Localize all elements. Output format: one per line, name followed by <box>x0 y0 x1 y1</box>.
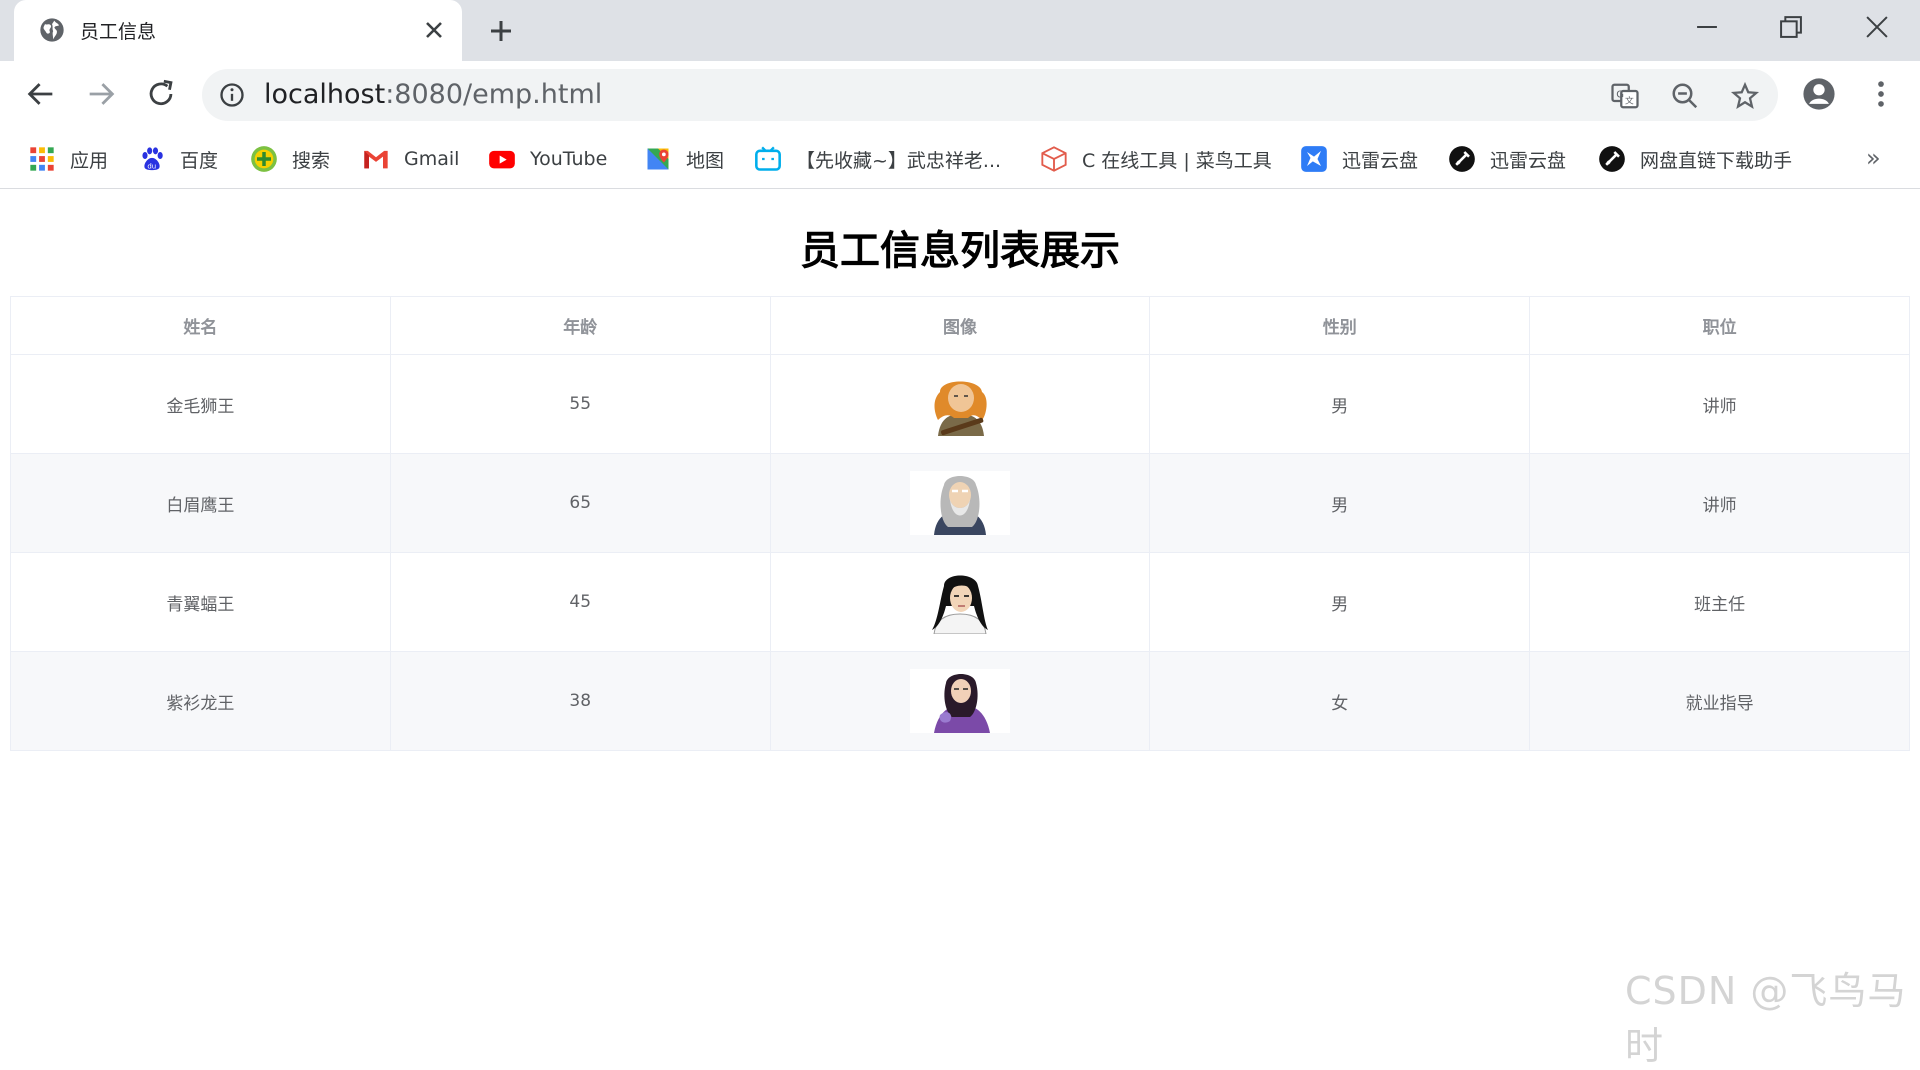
avatar-green-bat <box>931 575 988 634</box>
column-header-gender: 性别 <box>1149 296 1531 355</box>
xunlei-icon <box>1301 146 1327 172</box>
globe-icon <box>40 18 64 42</box>
bookmarks-bar: 应用 du 百度 搜索 Gmail YouTube 地图 【先收藏~】武忠祥老.… <box>0 130 1920 189</box>
forward-arrow-icon[interactable] <box>84 77 118 111</box>
minimize-icon[interactable] <box>1690 10 1724 44</box>
translate-icon[interactable]: G 文 <box>1610 81 1640 111</box>
column-header-job: 职位 <box>1529 296 1910 355</box>
bookmark-maps[interactable]: 地图 <box>644 140 724 178</box>
cell-gender: 女 <box>1149 651 1531 751</box>
table-header-row: 姓名 年龄 图像 性别 职位 <box>10 296 1910 355</box>
bookmark-label: 【先收藏~】武忠祥老... <box>796 149 1002 172</box>
cell-age: 65 <box>389 453 771 553</box>
cell-age: 38 <box>389 651 771 751</box>
bookmark-label: YouTube <box>530 148 608 170</box>
column-header-image: 图像 <box>769 296 1151 355</box>
bilibili-icon <box>755 146 781 171</box>
download-helper-icon <box>1599 146 1625 172</box>
svg-text:G: G <box>1616 89 1624 100</box>
cell-image <box>769 651 1151 751</box>
back-arrow-icon[interactable] <box>24 77 58 111</box>
bookmark-runoob[interactable]: C 在线工具 | 菜鸟工具 <box>1040 140 1272 178</box>
bookmark-label: Gmail <box>404 148 460 170</box>
maps-icon <box>647 148 669 170</box>
bookmark-label: 应用 <box>70 149 109 172</box>
cell-image <box>769 354 1151 454</box>
cell-gender: 男 <box>1149 552 1531 652</box>
bookmark-apps[interactable]: 应用 <box>28 140 108 178</box>
bookmark-label: C 在线工具 | 菜鸟工具 <box>1082 149 1272 172</box>
bookmark-search[interactable]: 搜索 <box>250 140 330 178</box>
url-text[interactable]: localhost:8080/emp.html <box>264 79 602 110</box>
column-header-age: 年龄 <box>389 296 771 355</box>
cell-name: 紫衫龙王 <box>10 651 391 751</box>
cell-job: 班主任 <box>1529 552 1910 652</box>
cell-age: 45 <box>389 552 771 652</box>
cell-image <box>769 552 1151 652</box>
cell-image <box>769 453 1151 553</box>
tab-active[interactable]: 员工信息 <box>14 0 462 61</box>
cell-job: 就业指导 <box>1529 651 1910 751</box>
apps-grid-icon <box>30 147 54 171</box>
url-path: :8080/emp.html <box>385 79 603 110</box>
window-close-icon[interactable] <box>1860 10 1894 44</box>
bookmark-label: 迅雷云盘 <box>1490 149 1567 172</box>
bookmark-label: 搜索 <box>292 149 331 172</box>
avatar-purple-dragon <box>909 669 1010 733</box>
page-title: 员工信息列表展示 <box>800 228 1120 274</box>
table-row: 青翼蝠王 45 男 班主任 <box>10 552 1910 652</box>
restore-icon[interactable] <box>1774 10 1808 44</box>
bookmark-label: 百度 <box>180 149 219 172</box>
bookmarks-overflow-icon[interactable]: » <box>1866 144 1881 172</box>
cell-job: 讲师 <box>1529 453 1910 553</box>
close-tab-icon[interactable] <box>420 16 448 44</box>
address-bar[interactable]: localhost:8080/emp.html G 文 <box>202 69 1778 121</box>
watermark: CSDN @飞鸟马时 <box>1625 969 1907 1068</box>
cell-name: 白眉鹰王 <box>10 453 391 553</box>
search-plus-icon <box>251 146 277 172</box>
bookmark-xunlei-2[interactable]: 迅雷云盘 <box>1448 140 1566 178</box>
runoob-icon <box>1041 146 1067 172</box>
youtube-icon <box>489 150 515 169</box>
bookmark-download-helper[interactable]: 网盘直链下载助手 <box>1598 140 1792 178</box>
avatar-white-eagle <box>909 471 1010 535</box>
bookmark-star-icon[interactable] <box>1730 81 1760 111</box>
bookmark-youtube[interactable]: YouTube <box>488 140 607 178</box>
table-row: 紫衫龙王 38 女 就业指导 <box>10 651 1910 751</box>
cell-gender: 男 <box>1149 354 1531 454</box>
tab-title: 员工信息 <box>80 21 157 43</box>
new-tab-icon[interactable] <box>486 16 516 46</box>
kebab-menu-icon[interactable] <box>1864 77 1898 111</box>
column-header-name: 姓名 <box>10 296 391 355</box>
reload-icon[interactable] <box>144 77 178 111</box>
bookmark-bilibili[interactable]: 【先收藏~】武忠祥老... <box>754 140 1001 178</box>
bookmark-gmail[interactable]: Gmail <box>362 140 459 178</box>
bookmark-xunlei[interactable]: 迅雷云盘 <box>1300 140 1418 178</box>
cell-job: 讲师 <box>1529 354 1910 454</box>
table-row: 白眉鹰王 65 男 讲师 <box>10 453 1910 553</box>
bookmark-label: 地图 <box>686 149 725 172</box>
gmail-icon <box>364 150 388 169</box>
bookmark-baidu[interactable]: du 百度 <box>138 140 218 178</box>
avatar-golden-lion <box>934 381 987 436</box>
xunlei-dark-icon <box>1449 146 1475 172</box>
svg-text:文: 文 <box>1625 95 1634 107</box>
cell-name: 青翼蝠王 <box>10 552 391 652</box>
employee-table: 姓名 年龄 图像 性别 职位 金毛狮王 55 男 讲师 白眉鹰王 65 男 讲师… <box>10 296 1910 751</box>
bookmark-label: 网盘直链下载助手 <box>1640 149 1793 172</box>
cell-gender: 男 <box>1149 453 1531 553</box>
url-host: localhost <box>264 79 386 110</box>
page-content: 员工信息列表展示 姓名 年龄 图像 性别 职位 金毛狮王 55 男 讲师 白眉鹰… <box>0 190 1920 1014</box>
zoom-out-icon[interactable] <box>1670 81 1700 111</box>
cell-name: 金毛狮王 <box>10 354 391 454</box>
baidu-icon: du <box>142 147 163 170</box>
table-row: 金毛狮王 55 男 讲师 <box>10 354 1910 454</box>
tab-strip: 员工信息 <box>0 0 1920 61</box>
profile-avatar-icon[interactable] <box>1802 77 1836 111</box>
bookmark-label: 迅雷云盘 <box>1342 149 1419 172</box>
browser-toolbar: localhost:8080/emp.html G 文 <box>0 61 1920 130</box>
cell-age: 55 <box>389 354 771 454</box>
svg-text:du: du <box>147 162 156 170</box>
site-info-icon[interactable] <box>218 81 246 109</box>
